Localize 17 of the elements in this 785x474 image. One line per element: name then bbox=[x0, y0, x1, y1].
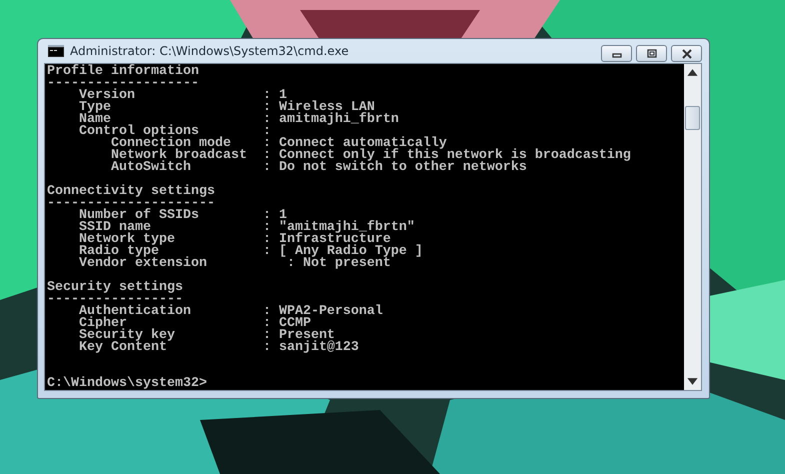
console-line: Security settings bbox=[47, 282, 183, 294]
window-title: Administrator: C:\Windows\System32\cmd.exe bbox=[70, 44, 350, 58]
console-line: Connectivity settings bbox=[47, 186, 215, 198]
maximize-button[interactable] bbox=[636, 45, 667, 62]
console-line: Version : 1 bbox=[78, 90, 287, 102]
scroll-thumb[interactable] bbox=[685, 106, 700, 130]
command-prompt[interactable]: C:\Windows\system32> bbox=[47, 378, 207, 390]
console-icon bbox=[48, 45, 64, 57]
console-line: Vendor extension : Not present bbox=[78, 258, 391, 270]
close-button[interactable] bbox=[671, 45, 702, 62]
maximize-icon bbox=[646, 48, 658, 58]
minimize-button[interactable] bbox=[601, 45, 632, 62]
close-icon bbox=[680, 48, 692, 58]
console-line: Key Content : sanjit@123 bbox=[78, 342, 359, 354]
console-line: AutoSwitch : Do not switch to other networks bbox=[110, 162, 527, 174]
console-line: Profile information bbox=[47, 66, 199, 78]
scrollbar[interactable] bbox=[684, 64, 701, 390]
